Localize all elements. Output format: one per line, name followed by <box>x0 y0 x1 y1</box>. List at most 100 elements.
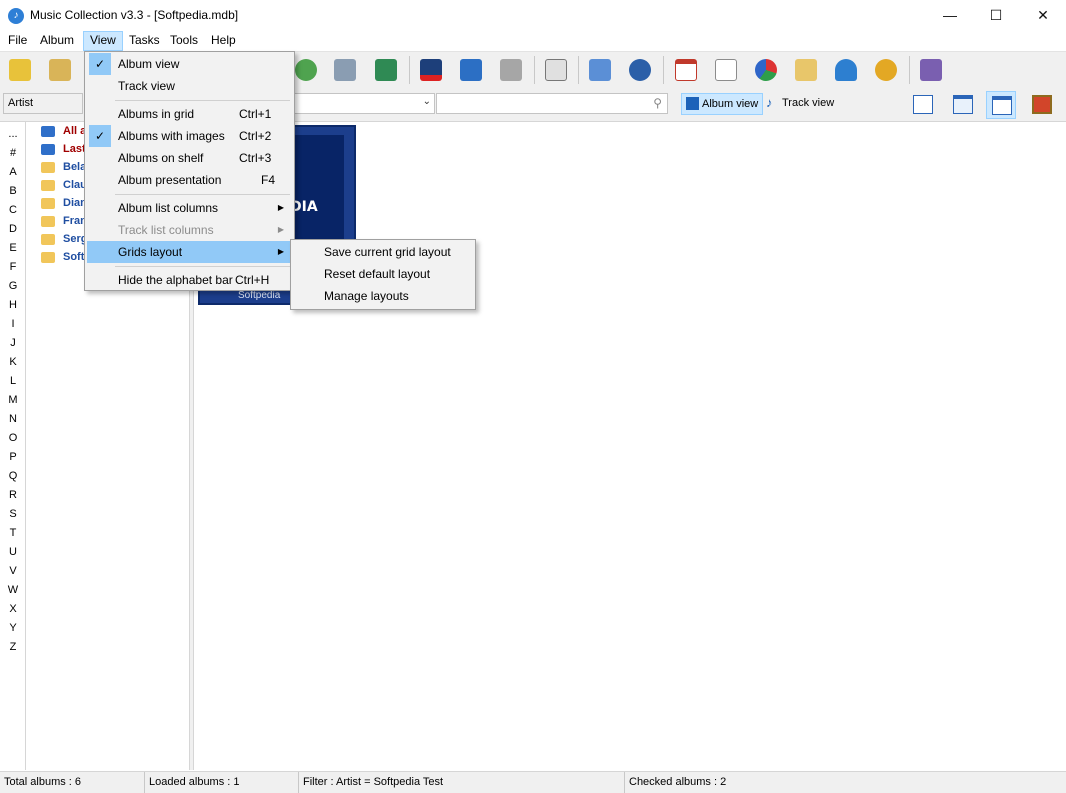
alphabet-letter[interactable]: Z <box>0 638 26 657</box>
album-view-toggle[interactable]: Album view <box>681 93 764 115</box>
html-export-icon[interactable] <box>542 56 570 84</box>
folder-icon <box>41 234 55 245</box>
remove-album-icon[interactable] <box>417 56 445 84</box>
alphabet-bar: ... # A B C D E F G H I J K L M N O P Q R S T U V W X Y Z <box>0 122 26 770</box>
close-button[interactable]: ✕ <box>1020 0 1066 31</box>
alphabet-letter[interactable]: O <box>0 429 26 448</box>
artists-icon[interactable] <box>832 56 860 84</box>
search-input[interactable]: ⚲ <box>436 93 668 114</box>
blue-folder-icon <box>41 144 55 155</box>
folder-icon <box>41 216 55 227</box>
submenu-arrow-icon: ▶ <box>277 203 284 212</box>
alphabet-letter[interactable]: N <box>0 410 26 429</box>
status-filter: Filter : Artist = Softpedia Test <box>299 772 625 793</box>
alphabet-letter[interactable]: G <box>0 277 26 296</box>
alphabet-letter[interactable]: S <box>0 505 26 524</box>
alphabet-letter[interactable]: M <box>0 391 26 410</box>
alphabet-letter[interactable]: R <box>0 486 26 505</box>
submenu-arrow-icon: ▶ <box>277 225 284 234</box>
find-disc-icon[interactable] <box>331 56 359 84</box>
blue-folder-icon <box>41 126 55 137</box>
alphabet-letter[interactable]: V <box>0 562 26 581</box>
layout-images-button[interactable] <box>986 91 1016 119</box>
menu-item-save-grid-layout[interactable]: Save current grid layout <box>293 241 473 263</box>
maximize-button[interactable]: ☐ <box>973 0 1019 31</box>
title-bar: ♪ Music Collection v3.3 - [Softpedia.mdb… <box>0 0 1066 31</box>
layout-list-button[interactable] <box>908 91 938 119</box>
menu-album[interactable]: Album <box>34 31 80 51</box>
search-album-icon[interactable] <box>292 56 320 84</box>
menu-item-hide-alphabet-bar[interactable]: Hide the alphabet bar Ctrl+H <box>87 269 292 291</box>
status-total-albums: Total albums : 6 <box>0 772 145 793</box>
track-view-toggle[interactable]: ♪ Track view <box>762 93 838 115</box>
search-icon: ⚲ <box>653 96 662 110</box>
menu-item-albums-with-images[interactable]: ✓ Albums with images Ctrl+2 <box>87 125 292 147</box>
layout-shelf-button[interactable] <box>1027 91 1057 119</box>
menu-tools[interactable]: Tools <box>164 31 204 51</box>
alphabet-letter[interactable]: T <box>0 524 26 543</box>
alphabet-letter[interactable]: # <box>0 144 26 163</box>
alphabet-letter[interactable]: ... <box>0 125 26 144</box>
menu-item-album-presentation[interactable]: Album presentation F4 <box>87 169 292 191</box>
menu-item-grids-layout[interactable]: Grids layout ▶ <box>87 241 292 263</box>
document-icon[interactable] <box>712 56 740 84</box>
group-value-select[interactable]: ⌄ <box>290 93 435 114</box>
alphabet-letter[interactable]: X <box>0 600 26 619</box>
menu-item-reset-default-layout[interactable]: Reset default layout <box>293 263 473 285</box>
statistics-pie-icon[interactable] <box>752 56 780 84</box>
menu-item-manage-layouts[interactable]: Manage layouts <box>293 285 473 307</box>
alphabet-letter[interactable]: J <box>0 334 26 353</box>
alphabet-letter[interactable]: U <box>0 543 26 562</box>
check-icon: ✓ <box>89 125 111 147</box>
status-bar: Total albums : 6 Loaded albums : 1 Filte… <box>0 771 1066 793</box>
edit-album-icon[interactable] <box>457 56 485 84</box>
menu-item-track-view[interactable]: Track view <box>87 75 292 97</box>
alphabet-letter[interactable]: P <box>0 448 26 467</box>
alphabet-letter[interactable]: H <box>0 296 26 315</box>
alphabet-letter[interactable]: A <box>0 163 26 182</box>
folder-icon <box>41 180 55 191</box>
alphabet-letter[interactable]: L <box>0 372 26 391</box>
open-database-icon[interactable] <box>46 56 74 84</box>
menu-item-album-view[interactable]: ✓ Album view <box>87 53 292 75</box>
menu-item-album-list-columns[interactable]: Album list columns ▶ <box>87 197 292 219</box>
add-to-collection-icon[interactable] <box>372 56 400 84</box>
menu-item-albums-on-shelf[interactable]: Albums on shelf Ctrl+3 <box>87 147 292 169</box>
settings-icon[interactable] <box>872 56 900 84</box>
alphabet-letter[interactable]: Q <box>0 467 26 486</box>
menu-help[interactable]: Help <box>205 31 242 51</box>
album-grid: DIA Softpedia <box>194 122 1066 770</box>
alphabet-letter[interactable]: F <box>0 258 26 277</box>
alphabet-letter[interactable]: K <box>0 353 26 372</box>
minimize-button[interactable]: — <box>927 0 973 31</box>
archive-icon[interactable] <box>792 56 820 84</box>
new-album-icon[interactable] <box>6 56 34 84</box>
print-icon[interactable] <box>497 56 525 84</box>
album-caption: Softpedia <box>238 290 281 301</box>
menu-item-albums-in-grid[interactable]: Albums in grid Ctrl+1 <box>87 103 292 125</box>
menu-view[interactable]: View <box>83 31 123 51</box>
alphabet-letter[interactable]: C <box>0 201 26 220</box>
alphabet-letter[interactable]: D <box>0 220 26 239</box>
music-search-icon[interactable] <box>626 56 654 84</box>
music-note-icon: ♪ <box>766 95 773 110</box>
menu-tasks[interactable]: Tasks <box>123 31 166 51</box>
alphabet-letter[interactable]: E <box>0 239 26 258</box>
report-icon[interactable] <box>586 56 614 84</box>
tree-item-label: All a <box>63 125 87 137</box>
grid-layout-icon <box>953 95 973 114</box>
menu-file[interactable]: File <box>2 31 33 51</box>
alphabet-letter[interactable]: W <box>0 581 26 600</box>
tree-item-label: Soft <box>63 251 85 263</box>
alphabet-letter[interactable]: I <box>0 315 26 334</box>
loan-calendar-icon[interactable] <box>672 56 700 84</box>
folder-icon <box>41 198 55 209</box>
grids-layout-submenu: Save current grid layout Reset default l… <box>290 239 476 310</box>
status-checked-albums: Checked albums : 2 <box>629 776 727 788</box>
alphabet-letter[interactable]: B <box>0 182 26 201</box>
view-menu-dropdown: ✓ Album view Track view Albums in grid C… <box>84 51 295 291</box>
layout-grid-button[interactable] <box>948 91 978 119</box>
alphabet-letter[interactable]: Y <box>0 619 26 638</box>
exit-icon[interactable] <box>917 56 945 84</box>
group-by-select[interactable]: Artist <box>3 93 83 114</box>
